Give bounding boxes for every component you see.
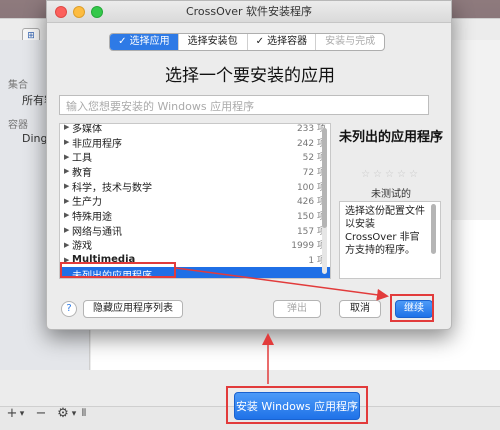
- list-item[interactable]: ▶ 特殊用途 150 项: [60, 208, 330, 223]
- zoom-window-icon[interactable]: [91, 6, 103, 18]
- disclosure-triangle-icon[interactable]: ▶: [64, 153, 72, 161]
- disclosure-triangle-icon[interactable]: ▶: [64, 124, 72, 131]
- install-button-highlight: [226, 386, 368, 424]
- installer-steps: ✓ 选择应用 选择安装包 ✓ 选择容器 安装与完成: [109, 33, 385, 51]
- selected-app-title: 未列出的应用程序: [339, 130, 444, 145]
- unlisted-app-highlight: [60, 262, 176, 278]
- page-title: 选择一个要安装的应用: [165, 66, 335, 86]
- list-item[interactable]: ▶ 生产力 426 项: [60, 193, 330, 209]
- gear-menu-chevron-icon[interactable]: ▾: [70, 404, 78, 424]
- app-description: 选择这份配置文件以安装 CrossOver 非官方支持的程序。: [339, 201, 441, 279]
- list-item[interactable]: ▶ 游戏 1999 项: [60, 238, 330, 253]
- resize-handle-icon[interactable]: ⦀: [80, 404, 88, 424]
- list-item[interactable]: ▶ 教育 72 项: [60, 164, 330, 179]
- hide-app-list-button[interactable]: 隐藏应用程序列表: [83, 300, 183, 318]
- description-scrollbar[interactable]: [431, 204, 436, 254]
- add-bottle-icon[interactable]: +: [6, 404, 18, 424]
- rating-label: 未测试的: [371, 189, 411, 200]
- disclosure-triangle-icon[interactable]: ▶: [64, 211, 72, 219]
- add-menu-chevron-icon[interactable]: ▾: [18, 404, 26, 424]
- tab-install-finish: 安装与完成: [325, 36, 376, 47]
- list-item[interactable]: ▶ 工具 52 项: [60, 149, 330, 165]
- tab-select-package[interactable]: 选择安装包: [179, 34, 248, 50]
- cancel-button[interactable]: 取消: [339, 300, 381, 318]
- list-item[interactable]: ▶ 科学，技术与数学 100 项: [60, 179, 330, 194]
- continue-button-highlight: [390, 294, 434, 322]
- dialog-titlebar: CrossOver 软件安装程序: [47, 1, 451, 23]
- list-item[interactable]: ▶ 多媒体 233 项: [60, 124, 330, 135]
- minimize-window-icon[interactable]: [73, 6, 85, 18]
- app-search-input[interactable]: 输入您想要安装的 Windows 应用程序: [59, 95, 429, 115]
- tab-select-bottle[interactable]: ✓ 选择容器: [248, 34, 317, 50]
- list-item[interactable]: ▶ 网络与通讯 157 项: [60, 223, 330, 238]
- app-category-list: ▶ 多媒体 233 项 ▶ 非应用程序 242 项 ▶ 工具 52 项 ▶ 教育…: [59, 123, 331, 279]
- close-window-icon[interactable]: [55, 6, 67, 18]
- remove-bottle-icon[interactable]: −: [34, 404, 48, 424]
- sidebar-section-collections: 集合: [8, 80, 28, 91]
- list-scrollbar-thumb[interactable]: [322, 128, 327, 228]
- dialog-title: CrossOver 软件安装程序: [185, 5, 313, 18]
- disclosure-triangle-icon[interactable]: ▶: [64, 226, 72, 234]
- tab-select-app[interactable]: ✓ 选择应用: [110, 34, 179, 50]
- disclosure-triangle-icon[interactable]: ▶: [64, 182, 72, 190]
- eject-button: 弹出: [273, 300, 321, 318]
- help-button[interactable]: ?: [61, 301, 77, 317]
- rating-stars-icon: ☆☆☆☆☆: [361, 169, 421, 180]
- sidebar-section-bottles: 容器: [8, 120, 28, 131]
- gear-icon[interactable]: ⚙: [56, 404, 70, 424]
- disclosure-triangle-icon[interactable]: ▶: [64, 138, 72, 146]
- disclosure-triangle-icon[interactable]: ▶: [64, 167, 72, 175]
- disclosure-triangle-icon[interactable]: ▶: [64, 197, 72, 205]
- software-installer-dialog: CrossOver 软件安装程序 ✓ 选择应用 选择安装包 ✓ 选择容器 安装与…: [46, 0, 452, 330]
- list-item[interactable]: ▶ 非应用程序 242 项: [60, 135, 330, 150]
- disclosure-triangle-icon[interactable]: ▶: [64, 241, 72, 249]
